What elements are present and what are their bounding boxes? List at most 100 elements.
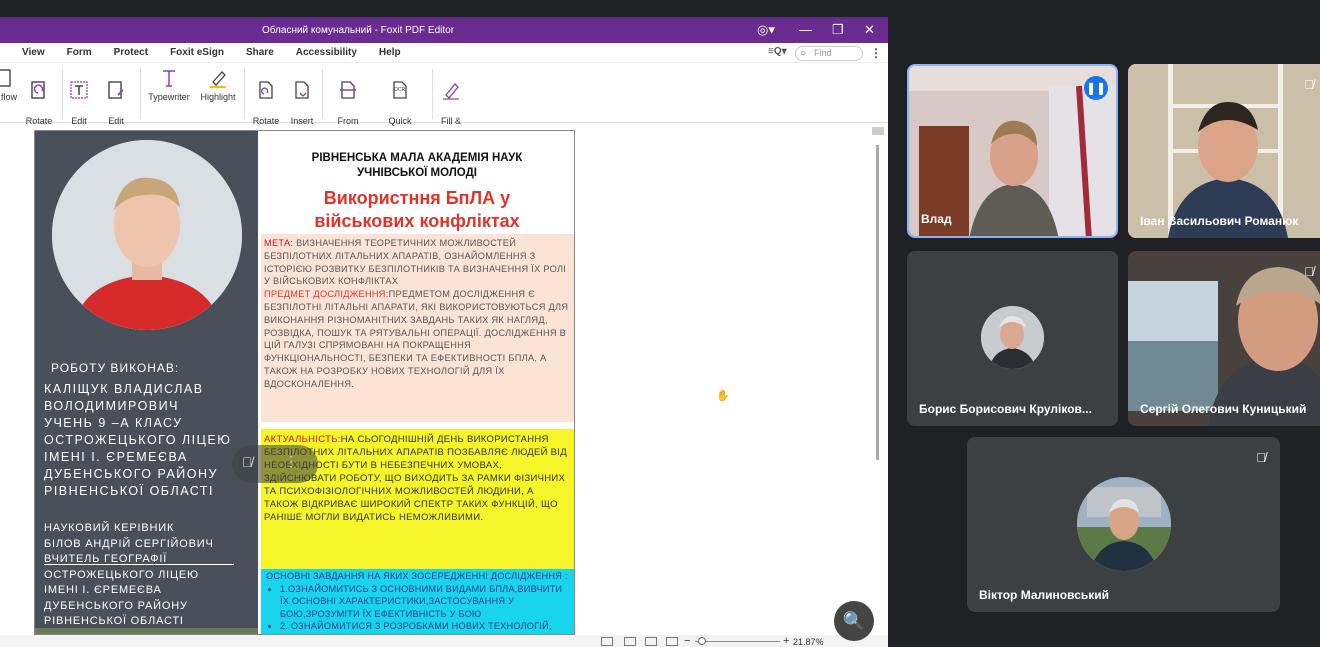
topic-title: Використння БпЛА у військових конфліктах <box>314 188 520 231</box>
find-input[interactable]: ○ Find <box>795 46 863 61</box>
mic-off-icon[interactable]: 🎙̸ <box>242 454 253 470</box>
magnifier-icon: 🔍 <box>842 611 866 631</box>
insert-icon <box>288 79 316 103</box>
scroll-thumb[interactable] <box>876 145 879 460</box>
participant-name: Іван Васильович Романюк <box>1140 214 1299 228</box>
menu-protect[interactable]: Protect <box>114 47 148 58</box>
avatar <box>1077 477 1171 571</box>
participant-name: Влад <box>921 212 952 226</box>
goal-box: МЕТА: ВИЗНАЧЕННЯ ТЕОРЕТИЧНИХ МОЖЛИВОСТЕЙ… <box>261 234 574 422</box>
restore-button[interactable]: ❐ <box>832 22 844 38</box>
relevance-label: АКТУАЛЬНІСТЬ: <box>264 434 341 445</box>
scanner-icon <box>326 79 370 103</box>
window-title: Обласний комунальний - Foxit PDF Editor <box>262 25 455 36</box>
account-icon[interactable]: ◎▾ <box>757 22 775 38</box>
vertical-scrollbar[interactable] <box>872 127 884 635</box>
subject-label: ПРЕДМЕТ ДОСЛІДЖЕННЯ: <box>264 289 389 300</box>
close-button[interactable]: ✕ <box>864 22 875 38</box>
participant-name: Віктор Малиновський <box>979 588 1110 602</box>
zoom-out-button[interactable]: − <box>684 635 690 647</box>
hand-cursor-icon: ✋ <box>716 390 730 402</box>
edit-object-icon <box>97 79 135 103</box>
divider <box>44 564 234 565</box>
title-bar: Обласний комунальний - Foxit PDF Editor … <box>0 19 888 43</box>
ribbon-label: Highlight <box>200 92 236 102</box>
bottom-strip <box>35 628 258 634</box>
fill-sign-icon <box>436 79 466 103</box>
menu-help[interactable]: Help <box>379 47 401 58</box>
highlight-button[interactable]: Highlight <box>197 67 239 103</box>
scroll-up-button[interactable] <box>872 127 884 135</box>
speaking-indicator-icon: ❚❚ <box>1084 76 1108 100</box>
goal-text: ВИЗНАЧЕННЯ ТЕОРЕТИЧНИХ МОЖЛИВОСТЕЙ БЕЗПІ… <box>264 238 567 287</box>
document-view[interactable]: РОБОТУ ВИКОНАВ: КАЛІЩУК ВЛАДИСЛАВ ВОЛОДИ… <box>0 127 888 635</box>
highlight-icon <box>197 67 239 91</box>
ribbon-label: flow <box>0 92 17 102</box>
poster-left-panel: РОБОТУ ВИКОНАВ: КАЛІЩУК ВЛАДИСЛАВ ВОЛОДИ… <box>35 131 258 634</box>
zoom-slider-knob[interactable] <box>698 637 706 645</box>
screen: Обласний комунальний - Foxit PDF Editor … <box>0 0 1320 647</box>
goal-label: МЕТА: <box>264 238 294 248</box>
author-info: КАЛІЩУК ВЛАДИСЛАВ ВОЛОДИМИРОВИЧ УЧЕНЬ 9 … <box>44 382 232 498</box>
svg-text:OCR: OCR <box>394 87 406 93</box>
ocr-icon: OCR <box>372 79 428 103</box>
video-feed <box>1128 251 1320 426</box>
minimize-button[interactable]: — <box>799 22 812 37</box>
subject-text: ПРЕДМЕТОМ ДОСЛІДЖЕННЯ Є БЕЗПІЛОТНІ ЛІТАЛ… <box>264 289 569 389</box>
ribbon-label: Typewriter <box>148 92 190 102</box>
menu-share[interactable]: Share <box>246 47 274 58</box>
search-options-icon[interactable]: ≡Q▾ <box>768 46 787 57</box>
mic-muted-icon: 🎙̸ <box>1256 450 1266 465</box>
poster-page: РОБОТУ ВИКОНАВ: КАЛІЩУК ВЛАДИСЛАВ ВОЛОДИ… <box>34 130 575 635</box>
reflow-button[interactable]: flow <box>0 67 18 103</box>
task-item: 2. ОЗНАЙОМИТИСЯ З РОЗРОБКАМИ НОВИХ ТЕХНО… <box>280 620 569 634</box>
participant-tile[interactable]: 🎙̸ Віктор Малиновський <box>967 437 1280 612</box>
more-icon[interactable]: ⋮ <box>284 453 298 470</box>
poster-right-panel: РІВНЕНСЬКА МАЛА АКАДЕМІЯ НАУК УЧНІВСЬКОЇ… <box>258 131 574 634</box>
menu-form[interactable]: Form <box>67 47 92 58</box>
rotate-view-icon <box>24 79 54 103</box>
reflow-icon <box>0 67 18 91</box>
menu-view[interactable]: View <box>22 47 45 58</box>
task-item: 1.ОЗНАЙОМИТИСЬ З ОСНОВНИМИ ВИДАМИ БПЛА,В… <box>280 583 569 621</box>
video-feed <box>1128 64 1320 238</box>
participant-name: Борис Борисович Круліков... <box>919 402 1092 416</box>
author-header: РОБОТУ ВИКОНАВ: <box>51 361 180 375</box>
participant-tile[interactable]: 🎙̸ Сергій Олегович Куницький <box>1128 251 1320 426</box>
menu-accessibility[interactable]: Accessibility <box>296 47 357 58</box>
ribbon-separator <box>244 69 245 119</box>
single-page-view-icon[interactable] <box>601 637 613 646</box>
pdf-editor-window: Обласний комунальний - Foxit PDF Editor … <box>0 17 888 647</box>
overlay-controls[interactable]: 🎙̸ ⋮ <box>232 445 318 483</box>
participant-tile[interactable]: ❚❚ Влад <box>907 64 1118 238</box>
status-bar: − + 21.87% <box>0 635 888 647</box>
find-placeholder: Find <box>814 48 832 58</box>
ribbon-separator <box>140 69 141 119</box>
ribbon-separator <box>432 69 433 119</box>
typewriter-button[interactable]: Typewriter <box>145 67 193 103</box>
mic-muted-icon: 🎙̸ <box>1304 77 1314 92</box>
ribbon-separator <box>62 69 63 119</box>
edit-text-icon <box>66 79 92 103</box>
ribbon-separator <box>322 69 323 119</box>
continuous-facing-view-icon[interactable] <box>666 637 678 646</box>
participant-tile[interactable]: 🎙̸ Іван Васильович Романюк <box>1128 64 1320 238</box>
more-options-icon[interactable]: ⋮ <box>870 46 882 60</box>
academy-title: РІВНЕНСЬКА МАЛА АКАДЕМІЯ НАУК УЧНІВСЬКОЇ… <box>311 152 523 179</box>
avatar <box>981 306 1044 369</box>
zoom-level[interactable]: 21.87% <box>793 637 824 647</box>
tasks-header: ОСНОВНІ ЗАВДАННЯ НА ЯКИХ ЗОСЕРЕДЖЕННІ ДО… <box>266 571 568 581</box>
menu-foxit-esign[interactable]: Foxit eSign <box>170 47 224 58</box>
continuous-view-icon[interactable] <box>624 637 636 646</box>
zoom-magnifier-button[interactable]: 🔍 <box>834 601 874 641</box>
zoom-in-button[interactable]: + <box>783 635 789 647</box>
advisor-info: НАУКОВИЙ КЕРІВНИК БІЛОВ АНДРІЙ СЕРГІЙОВИ… <box>44 522 214 627</box>
typewriter-icon <box>145 67 193 91</box>
search-icon: ○ <box>800 48 807 59</box>
ribbon-toolbar: flow Rotate View ▾ Edit Text Edit Object… <box>0 63 888 138</box>
participant-tile[interactable]: Борис Борисович Круліков... <box>907 251 1118 426</box>
student-photo <box>52 140 242 330</box>
zoom-slider[interactable] <box>695 641 780 642</box>
mic-muted-icon: 🎙̸ <box>1304 264 1314 279</box>
facing-view-icon[interactable] <box>645 637 657 646</box>
